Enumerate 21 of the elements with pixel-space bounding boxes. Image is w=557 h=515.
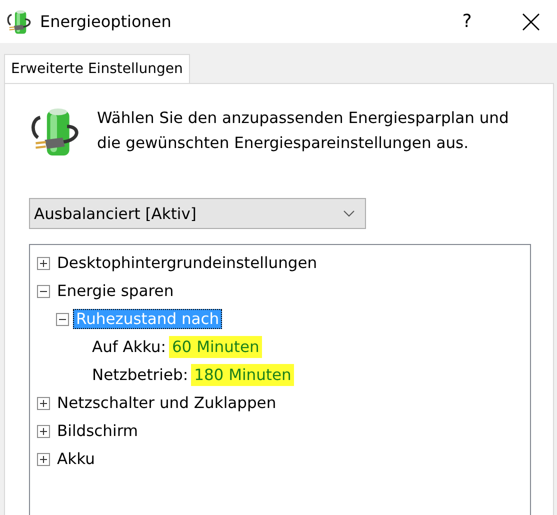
expand-icon[interactable]	[37, 452, 50, 466]
tree-item[interactable]: Energie sparen	[54, 281, 177, 301]
window-title: Energieoptionen	[40, 12, 172, 31]
setting-label: Auf Akku:	[92, 338, 166, 356]
tree-item[interactable]: Akku	[54, 449, 98, 469]
expand-icon[interactable]	[37, 424, 50, 438]
collapse-icon[interactable]	[56, 312, 69, 326]
setting-value[interactable]: 60 Minuten	[168, 336, 262, 358]
collapse-icon[interactable]	[37, 284, 50, 298]
plan-dropdown[interactable]: Ausbalanciert [Aktiv]	[29, 198, 366, 229]
tree-item[interactable]: Bildschirm	[54, 421, 142, 441]
chevron-down-icon	[343, 210, 355, 218]
help-button[interactable]: ?	[447, 11, 487, 32]
tab[interactable]: Erweiterte Einstellungen	[4, 54, 190, 83]
intro-text: Wählen Sie den anzupassenden Energiesparplan und die gewünschten Energiespareinstellungen aus.	[97, 108, 510, 154]
setting-label: Netzbetrieb:	[92, 366, 188, 384]
setting-value[interactable]: 180 Minuten	[191, 364, 294, 386]
tree-item[interactable]: Desktophintergrundeinstellungen	[54, 253, 320, 273]
tree-item[interactable]: Netzschalter und Zuklappen	[54, 393, 280, 413]
expand-icon[interactable]	[37, 396, 50, 410]
expand-icon[interactable]	[37, 256, 50, 270]
